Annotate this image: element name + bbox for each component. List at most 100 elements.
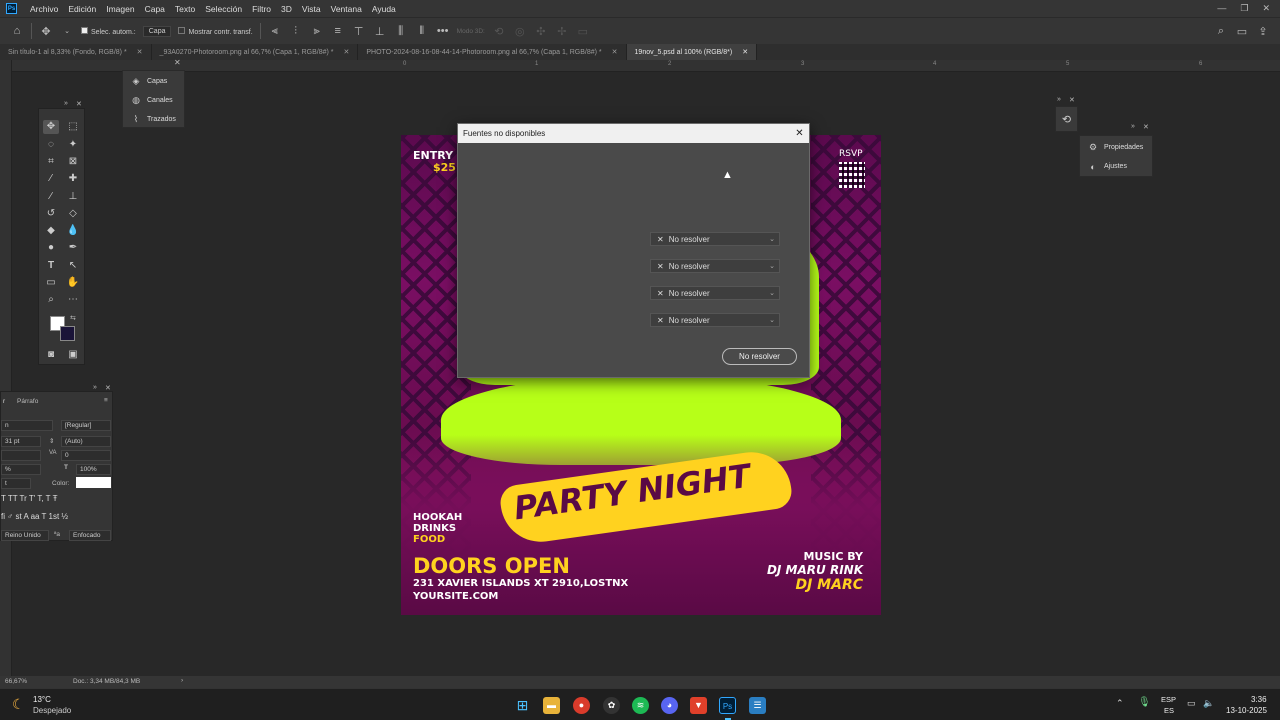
move-tool-icon[interactable]: ✥ (43, 120, 59, 134)
distribute-h-icon[interactable]: ⫴ (415, 25, 429, 38)
align-right-icon[interactable]: ⫸ (310, 25, 324, 38)
magic-wand-icon[interactable]: ✦ (65, 138, 81, 152)
font-resolve-select-2[interactable]: ✕ No resolver ⌄ (650, 259, 780, 273)
history-panel-icon[interactable]: ⟲ (1055, 106, 1078, 132)
workspace-icon[interactable]: ▭ (1235, 25, 1249, 38)
close-panel-icon[interactable]: ✕ (174, 58, 181, 67)
leading-field[interactable]: (Auto) (61, 436, 111, 447)
chrome-icon[interactable]: ● (573, 697, 590, 714)
input-language-2[interactable]: ES (1164, 706, 1174, 715)
chevron-down-icon[interactable]: ⌄ (60, 27, 74, 35)
eyedropper-icon[interactable]: ⁄ (43, 172, 59, 186)
font-family-select[interactable]: n (1, 420, 53, 431)
close-tab-icon[interactable]: ✕ (137, 48, 143, 56)
menu-edicion[interactable]: Edición (63, 4, 101, 14)
font-resolve-select-1[interactable]: ✕ No resolver ⌄ (650, 232, 780, 246)
healing-brush-icon[interactable]: ✚ (65, 172, 81, 186)
close-tab-icon[interactable]: ✕ (742, 48, 748, 56)
photoshop-taskbar-icon[interactable]: Ps (719, 697, 736, 714)
stamp-tool-icon[interactable]: ⊥ (65, 190, 81, 204)
menu-texto[interactable]: Texto (170, 4, 200, 14)
menu-imagen[interactable]: Imagen (101, 4, 139, 14)
menu-ventana[interactable]: Ventana (326, 4, 367, 14)
kerning-field[interactable] (1, 450, 41, 461)
menu-vista[interactable]: Vista (297, 4, 326, 14)
tracking-field[interactable]: 0 (61, 450, 111, 461)
share-icon[interactable]: ⇪ (1256, 25, 1270, 38)
pen-tool-icon[interactable]: ✒ (65, 241, 81, 255)
type-tool-icon[interactable]: T (43, 259, 59, 273)
minimize-icon[interactable]: — (1217, 3, 1226, 14)
menu-capa[interactable]: Capa (140, 4, 170, 14)
font-style-select[interactable]: [Regular] (61, 420, 111, 431)
close-panel-icon[interactable]: ✕ (76, 100, 82, 108)
collapse-icon[interactable]: » (64, 100, 68, 107)
tab-paragraph[interactable]: Párrafo (17, 398, 38, 405)
font-size-field[interactable]: 31 pt (1, 436, 41, 447)
close-window-icon[interactable]: ✕ (1262, 3, 1270, 14)
menu-3d[interactable]: 3D (276, 4, 297, 14)
tab-character[interactable]: r (3, 398, 5, 405)
swap-colors-icon[interactable]: ⇆ (70, 314, 76, 322)
align-left-icon[interactable]: ⫷ (268, 25, 282, 38)
chevron-up-icon[interactable]: ⌃ (1116, 698, 1124, 709)
no-resolve-button[interactable]: No resolver (722, 348, 797, 365)
font-resolve-select-4[interactable]: ✕ No resolver ⌄ (650, 313, 780, 327)
home-icon[interactable]: ⌂ (10, 25, 24, 37)
close-icon[interactable]: ✕ (790, 128, 809, 139)
chatgpt-icon[interactable]: ✿ (603, 697, 620, 714)
horizontal-scale-field[interactable]: 100% (76, 464, 111, 475)
align-vcenter-icon[interactable]: ⊥ (373, 25, 387, 38)
collapse-icon[interactable]: » (1131, 123, 1135, 130)
panel-item-canales[interactable]: ◍ Canales (123, 91, 184, 110)
file-explorer-icon[interactable]: ▬ (543, 697, 560, 714)
text-style-buttons[interactable]: T TT Tr T' T, T Ŧ (1, 494, 58, 503)
brave-icon[interactable]: ▼ (690, 697, 707, 714)
menu-ayuda[interactable]: Ayuda (367, 4, 401, 14)
antialias-select[interactable]: Enfocado (69, 530, 111, 541)
discord-icon[interactable]: ◕ (661, 697, 678, 714)
menu-archivo[interactable]: Archivo (25, 4, 63, 14)
close-panel-icon[interactable]: ✕ (1069, 96, 1075, 104)
screen-mode-icon[interactable]: ▣ (65, 348, 81, 362)
text-color-swatch[interactable] (76, 477, 111, 488)
menu-filtro[interactable]: Filtro (247, 4, 276, 14)
panel-menu-icon[interactable]: ≡ (104, 397, 108, 404)
collapse-icon[interactable]: » (93, 384, 97, 391)
blur-tool-icon[interactable]: 💧 (65, 224, 81, 238)
notepad-icon[interactable]: ☰ (749, 697, 766, 714)
history-brush-icon[interactable]: ↺ (43, 207, 59, 221)
volume-icon[interactable]: 🔈 (1203, 698, 1214, 709)
close-tab-icon[interactable]: ✕ (612, 48, 618, 56)
baseline-field[interactable]: t (1, 478, 31, 489)
menu-seleccion[interactable]: Selección (200, 4, 247, 14)
paint-bucket-icon[interactable]: ◆ (43, 224, 59, 238)
restore-icon[interactable]: ❐ (1240, 3, 1248, 14)
background-color-swatch[interactable] (60, 326, 75, 341)
layer-select-dropdown[interactable]: Capa (142, 25, 172, 37)
font-resolve-select-3[interactable]: ✕ No resolver ⌄ (650, 286, 780, 300)
opentype-buttons[interactable]: fi ♂ st A aa T 1st ½ (1, 512, 68, 521)
network-icon[interactable]: ▭ (1187, 698, 1196, 709)
lasso-tool-icon[interactable]: ◌ (43, 138, 59, 152)
tab-doc-1[interactable]: Sin título-1 al 8,33% (Fondo, RGB/8) * ✕ (0, 44, 152, 60)
crop-tool-icon[interactable]: ⌗ (43, 155, 59, 169)
panel-item-ajustes[interactable]: ◐ Ajustes (1080, 157, 1152, 176)
quick-mask-icon[interactable]: ◙ (43, 348, 59, 362)
language-select[interactable]: Reino Unido (1, 530, 49, 541)
more-options-icon[interactable]: ••• (436, 25, 450, 37)
clock-date[interactable]: 13-10-2025 (1226, 706, 1267, 715)
eraser-icon[interactable]: ◇ (65, 207, 81, 221)
vertical-scale-field[interactable]: % (1, 464, 41, 475)
auto-select-checkbox[interactable]: Selec. autom.: (81, 26, 136, 36)
input-language-1[interactable]: ESP (1161, 695, 1176, 704)
show-transform-checkbox[interactable]: Mostrar contr. transf. (178, 26, 253, 36)
spotify-icon[interactable]: ≋ (632, 697, 649, 714)
move-tool-icon[interactable]: ✥ (39, 25, 53, 38)
distribute-icon[interactable]: ⫼ (394, 25, 408, 38)
weather-moon-icon[interactable]: ☾ (12, 696, 25, 713)
zoom-level[interactable]: 66,67% (5, 678, 27, 685)
windows-start-icon[interactable]: ⊞ (514, 697, 531, 714)
marquee-tool-icon[interactable]: ⬚ (65, 120, 81, 134)
search-icon[interactable]: ⌕ (1214, 25, 1228, 38)
